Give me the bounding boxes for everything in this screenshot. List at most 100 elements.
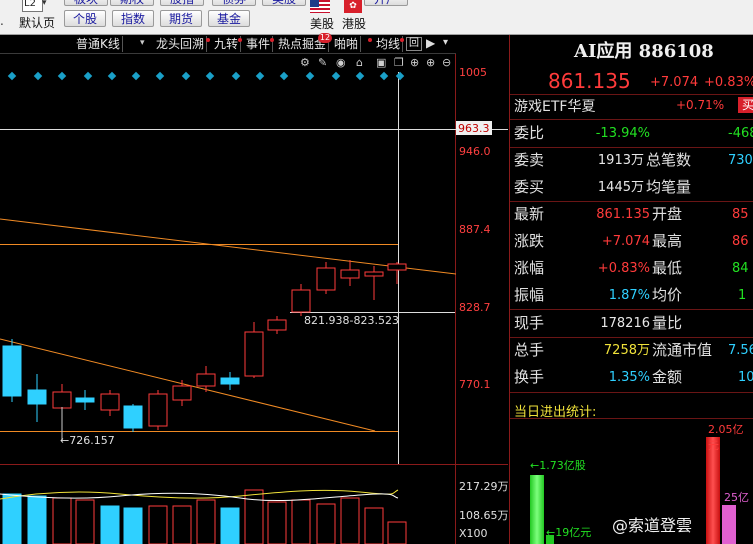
- buy-button[interactable]: 买: [738, 97, 753, 113]
- more-chevron-icon[interactable]: ▾: [443, 37, 448, 48]
- weicha-value: -468: [728, 126, 753, 141]
- futures-button[interactable]: 期货: [160, 10, 202, 27]
- weimai2-value: 1445万: [597, 180, 644, 195]
- kaipan-label: 开盘: [652, 205, 683, 223]
- volume-bar: [316, 503, 336, 544]
- price-tick: 828.7: [459, 301, 491, 314]
- signal-diamond: [331, 71, 341, 81]
- row-zongshou: 总手 7258万 流通市值 7.56: [510, 337, 753, 364]
- volume-bar: [364, 507, 384, 544]
- candle-body: [316, 267, 336, 291]
- candle-body: [364, 271, 384, 277]
- volume-bar: [75, 499, 95, 544]
- volume-bar: [100, 505, 120, 544]
- volume-bar: [340, 497, 360, 544]
- badge-dot: [368, 38, 372, 42]
- signal-diamond: [355, 71, 365, 81]
- zuixin-value: 861.135: [596, 207, 650, 222]
- price-tick: 887.4: [459, 223, 491, 236]
- tab-sector[interactable]: 板块: [64, 0, 108, 6]
- weimai-value: 1913万: [597, 153, 644, 168]
- kline-chart[interactable]: [0, 54, 508, 544]
- volume-bar: [123, 507, 143, 544]
- tab-open-account[interactable]: 开户: [364, 0, 408, 6]
- dropdown-caret-icon[interactable]: ▾: [42, 0, 47, 8]
- index-button[interactable]: 指数: [112, 10, 154, 27]
- liutong-label: 流通市值: [652, 341, 713, 359]
- signal-diamond: [395, 71, 405, 81]
- watermark: @索道登雲: [612, 516, 693, 535]
- volume-tick: 108.65万: [459, 509, 509, 522]
- price-tick: 770.1: [459, 378, 491, 391]
- candle-body: [123, 405, 143, 429]
- candle-body: [387, 263, 407, 271]
- tab-ma[interactable]: 均线: [374, 36, 404, 52]
- us-stock-label[interactable]: 美股: [310, 15, 334, 32]
- zongshou-value: 7258万: [603, 343, 650, 358]
- tab-pa[interactable]: 啪啪: [332, 36, 362, 52]
- zhangdie-label: 涨跌: [514, 232, 545, 250]
- tab-leader-review[interactable]: 龙头回溯: [154, 36, 208, 52]
- tab-index-futures[interactable]: 股指: [160, 0, 204, 6]
- row-zhangfu: 涨幅 +0.83% 最低 84: [510, 255, 753, 282]
- candle-body: [2, 345, 22, 397]
- volume-bar: [2, 493, 22, 544]
- outflow-label-value: 1.73亿股: [539, 459, 586, 472]
- us-flag-icon[interactable]: [310, 0, 330, 13]
- default-page-label[interactable]: 默认页: [19, 14, 55, 31]
- zongbishu-value: 730: [728, 153, 753, 168]
- play-icon[interactable]: ▶: [426, 36, 435, 50]
- chevron-down-icon[interactable]: ▾: [140, 38, 145, 48]
- zuigao-label: 最高: [652, 232, 683, 250]
- liangbi-label: 量比: [652, 314, 683, 332]
- signal-diamond: [379, 71, 389, 81]
- hk-stock-label[interactable]: 港股: [342, 15, 366, 32]
- last-price: 861.135: [548, 69, 631, 93]
- stock-button[interactable]: 个股: [64, 10, 106, 27]
- tab-events[interactable]: 事件: [244, 36, 274, 52]
- jine-label: 金额: [652, 368, 683, 386]
- quote-panel: AI应用 886108 861.135 +7.074 +0.83% 游戏ETF华…: [509, 35, 753, 544]
- range-annotation: 821.938-823.523: [304, 314, 399, 327]
- tab-us-stocks[interactable]: 美股: [262, 0, 306, 6]
- candle-body: [172, 385, 192, 401]
- tab-options[interactable]: 期权: [110, 0, 154, 6]
- row-zhangdie: 涨跌 +7.074 最高 86: [510, 228, 753, 255]
- badge-dot: [206, 38, 210, 42]
- low-annotation-value: 726.157: [69, 434, 115, 447]
- top-toolbar: 板块 期权 股指 债券 美股 开户 L2 ▾ . 默认页 个股 指数 期货 基金…: [0, 0, 753, 35]
- level-dropdown[interactable]: L2: [22, 0, 43, 12]
- tab-nine-turns[interactable]: 九转: [212, 36, 242, 52]
- row-huanshou: 换手 1.35% 金额 10: [510, 364, 753, 391]
- volume-bar: [196, 499, 216, 544]
- outflow-small-label: ←19亿元: [546, 526, 592, 539]
- zhangfu-value: +0.83%: [597, 261, 650, 276]
- row-weimai: 委卖 1913万 总笔数 730: [510, 147, 753, 174]
- badge-dot: [238, 38, 242, 42]
- candles: [2, 260, 407, 432]
- junjia-label: 均价: [652, 286, 683, 304]
- hk-flag-icon[interactable]: ✿: [344, 0, 362, 13]
- volume-unit: X100: [459, 527, 488, 540]
- tab-back[interactable]: 回: [406, 37, 422, 51]
- row-zuixin: 最新 861.135 开盘 85: [510, 201, 753, 228]
- signal-diamond: [33, 71, 43, 81]
- volume-bar: [148, 505, 168, 544]
- current-price-tag: 963.3: [456, 121, 492, 135]
- jine-value: 10: [738, 370, 753, 385]
- left-scroll-indicator: .: [0, 14, 4, 28]
- signal-diamond: [255, 71, 265, 81]
- zhangdie-value: +7.074: [601, 234, 650, 249]
- signal-diamond: [7, 71, 17, 81]
- outflow-small-label-value: 19亿元: [555, 526, 592, 539]
- inflow-small-label: 25亿元: [724, 491, 749, 520]
- etf-name[interactable]: 游戏ETF华夏: [514, 96, 595, 116]
- tab-bonds[interactable]: 债券: [212, 0, 256, 6]
- candle-body: [196, 373, 216, 387]
- hot-count-badge: 12: [318, 33, 332, 43]
- zuixin-label: 最新: [514, 205, 545, 223]
- signal-diamond: [155, 71, 165, 81]
- fund-button[interactable]: 基金: [208, 10, 250, 27]
- current-price-tag-value: 963.3: [458, 122, 490, 135]
- tab-normal-kline[interactable]: 普通K线: [74, 36, 123, 52]
